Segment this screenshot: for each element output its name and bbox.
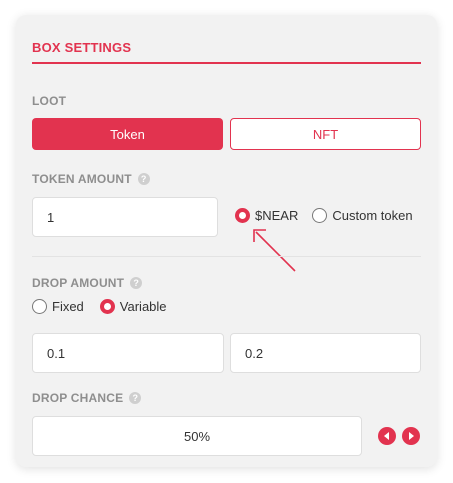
radio-variable[interactable]: Variable	[99, 299, 167, 314]
radio-near-label: $NEAR	[255, 208, 299, 223]
title-underline	[32, 62, 421, 64]
help-icon[interactable]: ?	[130, 277, 143, 289]
increment-icon	[409, 432, 414, 440]
radio-custom-token-circle[interactable]	[312, 208, 328, 223]
drop-amount-label: DROP AMOUNT ?	[32, 276, 143, 290]
currency-radio-group: $NEAR Custom token	[235, 208, 413, 223]
drop-chance-label: DROP CHANCE ?	[32, 391, 142, 405]
drop-amount-min-input[interactable]: 0.1	[32, 333, 224, 373]
help-icon[interactable]: ?	[137, 173, 150, 185]
radio-variable-circle[interactable]	[99, 299, 115, 314]
radio-near[interactable]: $NEAR	[235, 208, 298, 223]
radio-custom-token[interactable]: Custom token	[312, 208, 413, 223]
drop-amount-max-input[interactable]: 0.2	[230, 333, 421, 373]
drop-mode-radio-group: Fixed Variable	[32, 299, 167, 314]
token-amount-value: 1	[47, 209, 55, 225]
decrement-button[interactable]	[378, 427, 396, 445]
radio-near-circle[interactable]	[235, 208, 250, 223]
token-amount-label-text: TOKEN AMOUNT	[32, 172, 132, 186]
radio-fixed-label: Fixed	[52, 299, 84, 314]
token-amount-input[interactable]: 1	[32, 197, 218, 237]
drop-amount-min-value: 0.1	[47, 345, 66, 361]
radio-fixed-circle[interactable]	[32, 299, 47, 314]
section-title: BOX SETTINGS	[32, 40, 132, 55]
radio-fixed[interactable]: Fixed	[32, 299, 84, 314]
arrow-annotation-icon	[253, 229, 296, 272]
drop-chance-value: 50%	[183, 428, 211, 444]
loot-token-button[interactable]: Token	[32, 118, 223, 150]
token-amount-label: TOKEN AMOUNT ?	[32, 172, 150, 186]
help-icon[interactable]: ?	[129, 392, 142, 404]
radio-variable-label: Variable	[119, 299, 167, 314]
section-divider	[32, 256, 421, 257]
decrement-icon	[384, 432, 389, 440]
drop-chance-label-text: DROP CHANCE	[32, 391, 124, 405]
drop-amount-max-value: 0.2	[245, 345, 264, 361]
drop-amount-label-text: DROP AMOUNT	[32, 276, 125, 290]
drop-chance-input[interactable]: 50%	[32, 416, 362, 456]
loot-label-text: LOOT	[32, 94, 67, 108]
loot-nft-button[interactable]: NFT	[230, 118, 421, 150]
loot-label: LOOT	[32, 94, 66, 108]
increment-button[interactable]	[402, 427, 420, 445]
radio-custom-token-label: Custom token	[332, 208, 413, 223]
